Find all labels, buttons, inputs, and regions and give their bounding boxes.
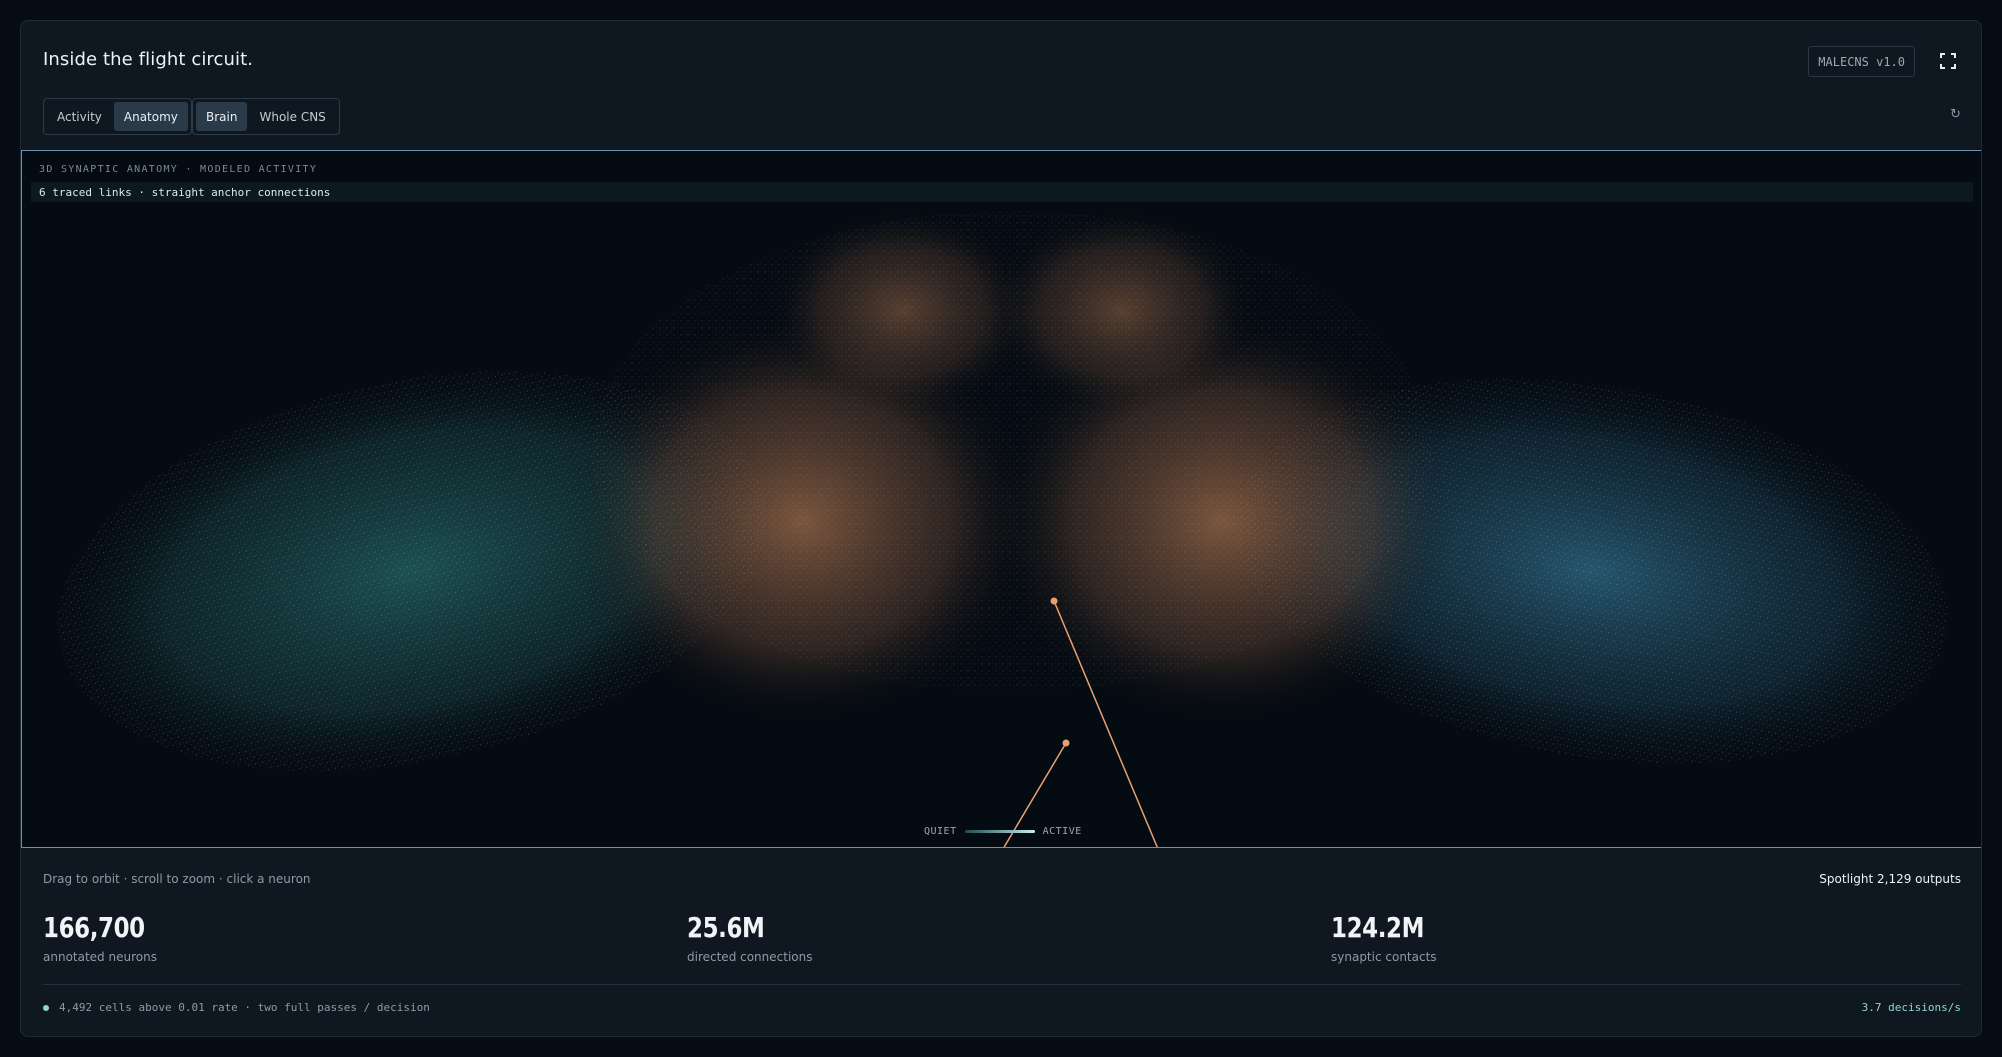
tab-whole-cns[interactable]: Whole CNS <box>249 102 335 131</box>
refresh-icon[interactable]: ↻ <box>1950 107 1961 122</box>
view-mode-toggle: Activity Anatomy <box>43 98 192 135</box>
stat-neurons: 166,700 annotated neurons <box>43 911 167 964</box>
version-badge: MALECNS v1.0 <box>1808 46 1915 77</box>
stat-connections: 25.6M directed connections <box>687 911 813 964</box>
legend-low-label: QUIET <box>924 826 957 837</box>
page-title: Inside the flight circuit. <box>43 49 254 70</box>
stat-label: directed connections <box>687 950 813 964</box>
brain-render <box>57 211 1948 847</box>
footer-status: 4,492 cells above 0.01 rate · two full p… <box>43 1001 430 1014</box>
stat-label: synaptic contacts <box>1331 950 1437 964</box>
stat-contacts: 124.2M synaptic contacts <box>1331 911 1444 964</box>
stat-value: 124.2M <box>1331 911 1425 944</box>
link-anchor[interactable] <box>1062 739 1070 747</box>
flight-circuit-panel: Inside the flight circuit. MALECNS v1.0 … <box>20 20 1982 1037</box>
traced-links-status: 6 traced links · straight anchor connect… <box>31 182 1973 202</box>
activity-legend: QUIET ACTIVE <box>924 826 1082 837</box>
status-dot-icon <box>43 1004 49 1011</box>
spotlight-status: Spotlight 2,129 outputs <box>1819 872 1961 886</box>
viewport-label: 3D SYNAPTIC ANATOMY · MODELED ACTIVITY <box>39 164 318 175</box>
stat-value: 166,700 <box>43 911 145 944</box>
stat-value: 25.6M <box>687 911 765 944</box>
interaction-hint: Drag to orbit · scroll to zoom · click a… <box>43 872 311 886</box>
decision-rate: 3.7 decisions/s <box>1861 1001 1961 1014</box>
expand-icon[interactable] <box>1939 52 1957 70</box>
tab-anatomy[interactable]: Anatomy <box>113 102 188 131</box>
legend-high-label: ACTIVE <box>1042 826 1082 837</box>
stat-label: annotated neurons <box>43 950 157 964</box>
legend-gradient <box>964 830 1035 833</box>
tab-activity[interactable]: Activity <box>47 102 112 131</box>
link-anchor[interactable] <box>1050 597 1058 605</box>
anatomy-3d-viewport[interactable]: 3D SYNAPTIC ANATOMY · MODELED ACTIVITY 6… <box>21 150 1981 848</box>
footer-status-text: 4,492 cells above 0.01 rate · two full p… <box>59 1001 430 1014</box>
divider <box>43 984 1961 985</box>
scope-toggle: Brain Whole CNS <box>192 98 340 135</box>
tab-brain[interactable]: Brain <box>196 102 248 131</box>
central-brain <box>572 211 1452 721</box>
